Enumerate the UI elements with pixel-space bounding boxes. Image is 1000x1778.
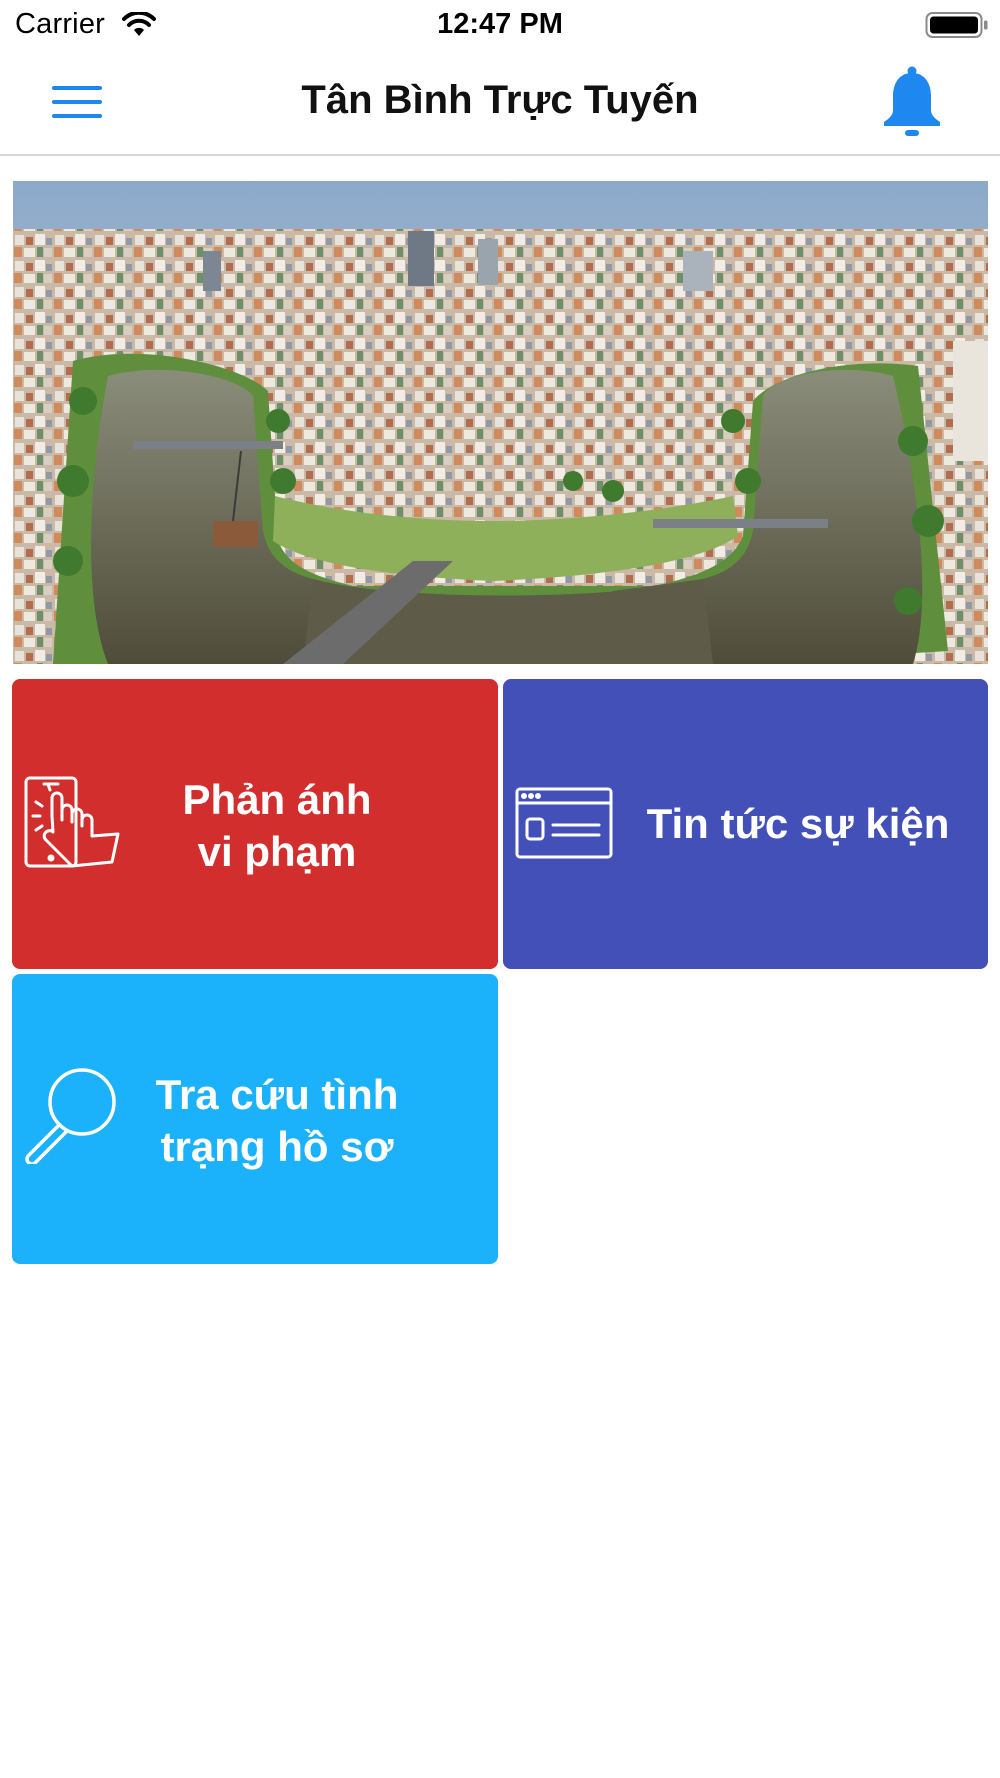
browser-window-icon bbox=[515, 787, 613, 859]
app-screen: Carrier 12:47 PM Tân Bình Trực Tuyến Phả… bbox=[0, 0, 1000, 1778]
status-lookup-tile[interactable]: Tra cứu tình trạng hồ sơ bbox=[12, 974, 498, 1264]
status-lookup-label: Tra cứu tình trạng hồ sơ bbox=[155, 1071, 399, 1170]
hamburger-menu-icon[interactable] bbox=[50, 82, 104, 122]
news-events-tile[interactable]: Tin tức sự kiện bbox=[503, 679, 988, 969]
magnifier-icon bbox=[25, 1068, 116, 1164]
battery-full-icon bbox=[925, 12, 988, 38]
status-bar: Carrier 12:47 PM bbox=[0, 0, 1000, 50]
city-river-photo bbox=[13, 181, 988, 664]
clock-label: 12:47 PM bbox=[437, 8, 563, 40]
report-violation-tile[interactable]: Phản ánh vi phạm bbox=[12, 679, 498, 969]
nav-bar: Tân Bình Trực Tuyến bbox=[0, 50, 1000, 156]
report-violation-label: Phản ánh vi phạm bbox=[182, 776, 372, 875]
page-title: Tân Bình Trực Tuyến bbox=[301, 78, 699, 122]
touch-phone-icon bbox=[24, 776, 120, 868]
banner-illustration bbox=[13, 181, 988, 664]
news-events-label: Tin tức sự kiện bbox=[646, 800, 950, 847]
bell-icon[interactable] bbox=[880, 62, 944, 142]
